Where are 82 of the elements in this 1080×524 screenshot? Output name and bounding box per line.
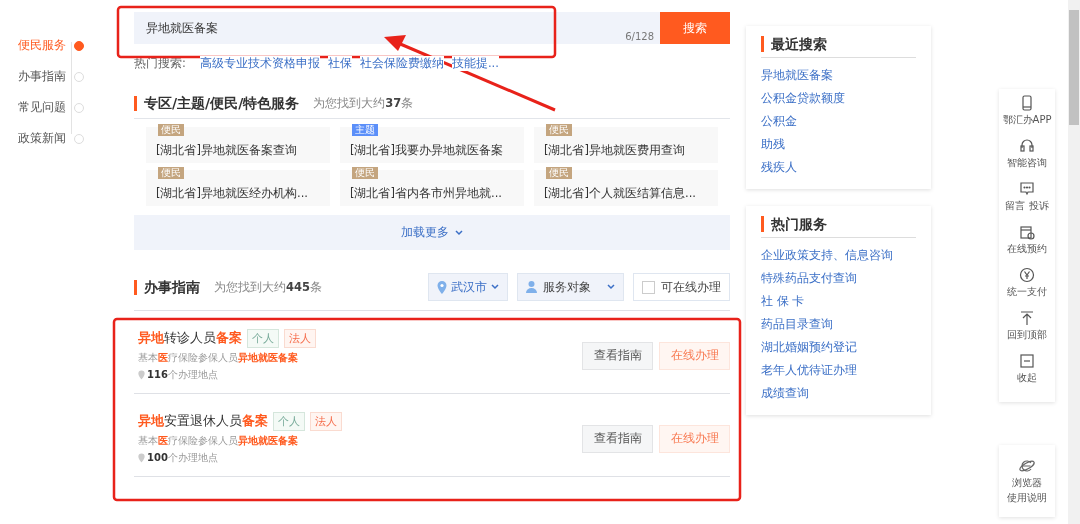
- toolbar-item[interactable]: 留言 投诉: [999, 181, 1055, 224]
- toolbar-item[interactable]: 收起: [999, 353, 1055, 396]
- view-guide-button[interactable]: 查看指南: [582, 424, 653, 453]
- chevron-down-icon: [607, 284, 615, 290]
- audience-tag: 法人: [284, 329, 316, 348]
- yen-icon: [1019, 267, 1035, 283]
- help-text: 使用说明: [1007, 491, 1047, 504]
- panel-title: 最近搜索: [761, 36, 827, 52]
- service-card[interactable]: 主题 [湖北省]我要办异地就医备案: [340, 127, 524, 163]
- sidebar-link[interactable]: 企业政策支持、信息咨询: [761, 244, 916, 267]
- service-card[interactable]: 便民 [湖北省]异地就医费用查询: [534, 127, 718, 163]
- sidebar-link[interactable]: 残疾人: [761, 156, 916, 179]
- category-tag: 便民: [546, 124, 572, 136]
- sidebar-link[interactable]: 成绩查询: [761, 382, 916, 405]
- toolbar-item[interactable]: 在线预约: [999, 224, 1055, 267]
- hot-search-link[interactable]: 技能提...: [451, 56, 499, 71]
- side-nav-item[interactable]: 常见问题: [18, 92, 134, 123]
- audience-tag: 个人: [247, 329, 279, 348]
- toolbar-item[interactable]: 统一支付: [999, 267, 1055, 310]
- location-pin-icon: [138, 370, 145, 380]
- sidebar-link[interactable]: 公积金贷款额度: [761, 87, 916, 110]
- hot-search-link[interactable]: 社保: [327, 56, 352, 71]
- help-text: 浏览器: [1012, 476, 1042, 489]
- character-counter: 6/128: [625, 31, 654, 42]
- location-pin-icon: [138, 453, 145, 463]
- sidebar-link[interactable]: 特殊药品支付查询: [761, 267, 916, 290]
- result-count: 为您找到大约445条: [214, 279, 322, 295]
- service-card[interactable]: 便民 [湖北省]异地就医经办机构...: [146, 170, 330, 206]
- audience-tag: 法人: [310, 412, 342, 431]
- online-filter-checkbox[interactable]: 可在线办理: [633, 273, 730, 301]
- result-description: 基本医疗保险参保人员异地就医备案: [138, 434, 299, 448]
- result-title: 异地转诊人员备案: [138, 330, 242, 347]
- sidebar-link[interactable]: 助残: [761, 133, 916, 156]
- section-title: 办事指南: [134, 279, 200, 295]
- hot-search-label: 热门搜索:: [134, 56, 186, 71]
- view-guide-button[interactable]: 查看指南: [582, 341, 653, 370]
- location-count: 100个办理地点: [147, 451, 218, 465]
- browser-help-card[interactable]: 浏览器 使用说明: [999, 445, 1055, 517]
- checkbox[interactable]: [642, 280, 655, 294]
- category-tag: 便民: [352, 167, 378, 179]
- toolbar-item[interactable]: 智能咨询: [999, 138, 1055, 181]
- chevron-down-icon: [491, 284, 499, 290]
- load-more-button[interactable]: 加载更多: [134, 215, 730, 250]
- sidebar-link[interactable]: 社 保 卡: [761, 290, 916, 313]
- location-pin-icon: [437, 280, 447, 294]
- phone-icon: [1019, 95, 1035, 111]
- sidebar-link[interactable]: 公积金: [761, 110, 916, 133]
- result-description: 基本医疗保险参保人员异地就医备案: [138, 351, 299, 365]
- category-tag: 便民: [546, 167, 572, 179]
- message-icon: [1019, 181, 1035, 197]
- browser-icon: [1019, 458, 1035, 474]
- side-nav-item[interactable]: 办事指南: [18, 61, 134, 92]
- headset-icon: [1019, 138, 1035, 154]
- side-nav-item[interactable]: 政策新闻: [18, 123, 134, 154]
- back-to-top-icon: [1019, 310, 1035, 326]
- result-title: 异地安置退休人员备案: [138, 413, 268, 430]
- city-dropdown[interactable]: 武汉市: [428, 273, 508, 301]
- hot-search-link[interactable]: 社会保险费缴纳: [359, 56, 444, 71]
- audience-tag: 个人: [273, 412, 305, 431]
- sidebar-link[interactable]: 湖北婚姻预约登记: [761, 336, 916, 359]
- audience-dropdown[interactable]: 服务对象: [517, 273, 624, 301]
- service-card[interactable]: 便民 [湖北省]个人就医结算信息...: [534, 170, 718, 206]
- sidebar-link[interactable]: 药品目录查询: [761, 313, 916, 336]
- panel-title: 热门服务: [761, 216, 827, 232]
- collapse-icon: [1019, 353, 1035, 369]
- sidebar-link[interactable]: 异地就医备案: [761, 64, 916, 87]
- section-title: 专区/主题/便民/特色服务: [134, 96, 300, 111]
- scrollbar[interactable]: [1068, 0, 1080, 524]
- category-tag: 主题: [352, 124, 378, 136]
- service-card[interactable]: 便民 [湖北省]省内各市州异地就...: [340, 170, 524, 206]
- calendar-icon: [1019, 224, 1035, 240]
- toolbar-item[interactable]: 回到顶部: [999, 310, 1055, 353]
- person-icon: [526, 281, 537, 293]
- hot-search-link[interactable]: 高级专业技术资格申报: [199, 56, 320, 71]
- service-card[interactable]: 便民 [湖北省]异地就医备案查询: [146, 127, 330, 163]
- location-count: 116个办理地点: [147, 368, 218, 382]
- category-tag: 便民: [158, 167, 184, 179]
- toolbar-item[interactable]: 鄂汇办APP: [999, 95, 1055, 138]
- chevron-down-icon: [455, 229, 463, 236]
- sidebar-link[interactable]: 老年人优待证办理: [761, 359, 916, 382]
- category-tag: 便民: [158, 124, 184, 136]
- result-count: 为您找到大约37条: [313, 96, 414, 111]
